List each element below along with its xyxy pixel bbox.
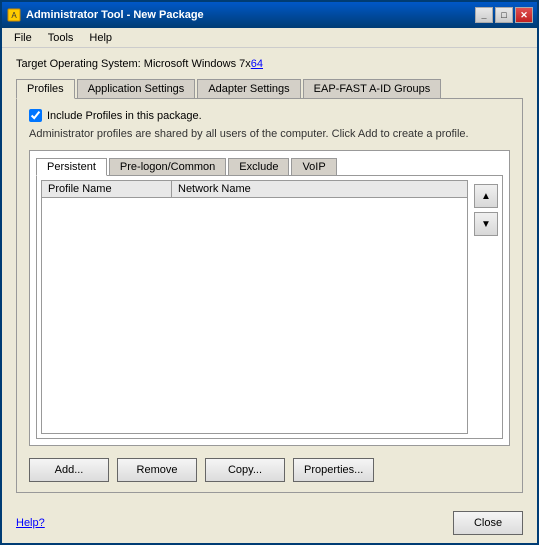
maximize-button[interactable]: □ bbox=[495, 7, 513, 23]
inner-tab-prelogon[interactable]: Pre-logon/Common bbox=[109, 158, 226, 176]
tab-application-settings[interactable]: Application Settings bbox=[77, 79, 196, 99]
copy-button[interactable]: Copy... bbox=[205, 458, 285, 482]
menu-file[interactable]: File bbox=[6, 30, 40, 46]
table-body bbox=[42, 198, 467, 318]
include-profiles-label[interactable]: Include Profiles in this package. bbox=[47, 110, 202, 122]
inner-tab-bar: Persistent Pre-logon/Common Exclude VoIP bbox=[36, 157, 503, 175]
main-window: A Administrator Tool - New Package _ □ ✕… bbox=[0, 0, 539, 545]
minimize-button[interactable]: _ bbox=[475, 7, 493, 23]
remove-button[interactable]: Remove bbox=[117, 458, 197, 482]
table-header: Profile Name Network Name bbox=[42, 181, 467, 198]
target-os-row: Target Operating System: Microsoft Windo… bbox=[16, 58, 523, 70]
inner-tabs-container: Persistent Pre-logon/Common Exclude VoIP… bbox=[29, 150, 510, 446]
window-controls: _ □ ✕ bbox=[475, 7, 533, 23]
move-down-button[interactable]: ▼ bbox=[474, 212, 498, 236]
inner-tab-voip[interactable]: VoIP bbox=[291, 158, 336, 176]
col-profile-name: Profile Name bbox=[42, 181, 172, 197]
profiles-description: Administrator profiles are shared by all… bbox=[29, 128, 510, 140]
tab-profiles[interactable]: Profiles bbox=[16, 79, 75, 99]
tab-eap-fast[interactable]: EAP-FAST A-ID Groups bbox=[303, 79, 442, 99]
main-content: Target Operating System: Microsoft Windo… bbox=[2, 48, 537, 503]
menu-help[interactable]: Help bbox=[81, 30, 120, 46]
profile-table: Profile Name Network Name bbox=[41, 180, 468, 434]
add-button[interactable]: Add... bbox=[29, 458, 109, 482]
window-icon: A bbox=[6, 7, 22, 23]
include-profiles-checkbox[interactable] bbox=[29, 109, 42, 122]
inner-tab-content: Profile Name Network Name ▲ ▼ bbox=[36, 175, 503, 439]
close-button[interactable]: Close bbox=[453, 511, 523, 535]
help-link[interactable]: Help? bbox=[16, 517, 45, 529]
col-network-name: Network Name bbox=[172, 181, 467, 197]
title-bar: A Administrator Tool - New Package _ □ ✕ bbox=[2, 2, 537, 28]
move-up-button[interactable]: ▲ bbox=[474, 184, 498, 208]
action-buttons: Add... Remove Copy... Properties... bbox=[29, 458, 510, 482]
target-os-link[interactable]: 64 bbox=[251, 58, 263, 70]
arrow-buttons: ▲ ▼ bbox=[474, 180, 498, 434]
tab-adapter-settings[interactable]: Adapter Settings bbox=[197, 79, 300, 99]
include-profiles-row: Include Profiles in this package. bbox=[29, 109, 510, 122]
target-os-label: Target Operating System: Microsoft Windo… bbox=[16, 58, 251, 70]
footer: Help? Close bbox=[2, 503, 537, 543]
window-title: Administrator Tool - New Package bbox=[26, 9, 475, 21]
svg-text:A: A bbox=[11, 11, 17, 20]
outer-tabs-container: Profiles Application Settings Adapter Se… bbox=[16, 78, 523, 493]
menu-bar: File Tools Help bbox=[2, 28, 537, 48]
window-close-button[interactable]: ✕ bbox=[515, 7, 533, 23]
inner-tab-persistent[interactable]: Persistent bbox=[36, 158, 107, 176]
inner-tab-exclude[interactable]: Exclude bbox=[228, 158, 289, 176]
outer-tab-content: Include Profiles in this package. Admini… bbox=[16, 98, 523, 493]
menu-tools[interactable]: Tools bbox=[40, 30, 82, 46]
outer-tab-bar: Profiles Application Settings Adapter Se… bbox=[16, 78, 523, 98]
properties-button[interactable]: Properties... bbox=[293, 458, 374, 482]
